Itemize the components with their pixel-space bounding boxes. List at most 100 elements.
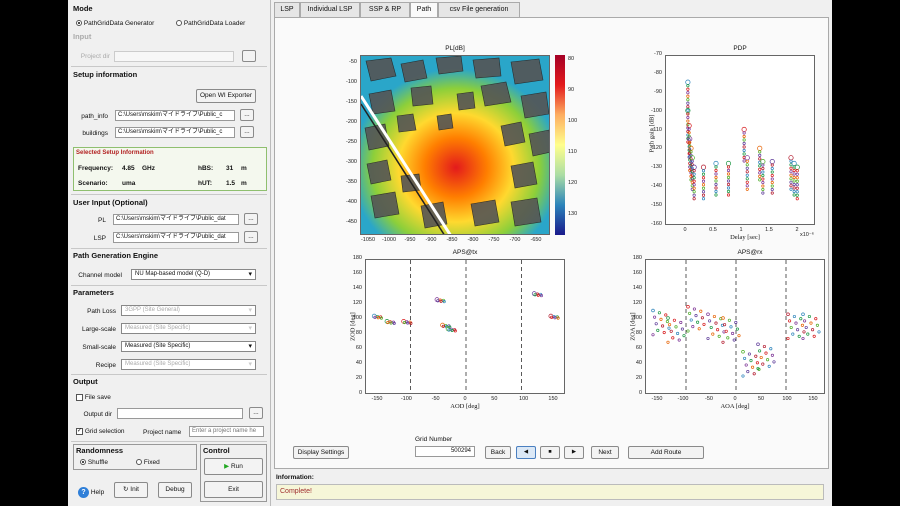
app-window: Mode PathGridData Generator PathGridData… [68,0,832,506]
pdp-y-tick: -140 [650,183,662,190]
data-point [726,182,731,186]
data-point [789,325,793,330]
lsp-input[interactable]: C:\Users\mskim\マイドライブ\Public_dat [113,232,239,243]
data-point [692,197,696,201]
project-dir-browse-button[interactable] [242,50,256,62]
init-label: Init [130,486,139,493]
pdp-xlabel: Delay [sec] [730,234,760,241]
data-point [714,186,718,190]
data-point [708,319,712,323]
exit-button[interactable]: Exit [204,481,263,498]
buildings-input[interactable]: C:\Users\mskim\マイドライブ\Public_c [115,127,235,138]
channel-model-select[interactable]: NU Map-based model (Q-D) [131,269,256,280]
pl-input[interactable]: C:\Users\mskim\マイドライブ\Public_dat [113,214,239,225]
tab-ssp-rp[interactable]: SSP & RP [360,2,410,17]
path-loss-select[interactable]: 3GPP (Site General) [121,305,256,316]
data-point [701,190,706,194]
play-icon: ▶ [571,449,577,455]
data-point [714,182,718,186]
small-scale-select[interactable]: Measured (Site Specific) [121,341,256,352]
tab-individual-lsp[interactable]: Individual LSP [300,2,360,17]
aps_rx-y-tick: 140 [632,285,642,291]
data-point [674,325,678,329]
freq-value: 4.85 [122,165,135,172]
data-point [745,180,749,184]
pl-y-tick: -50 [349,59,357,65]
data-point [761,163,765,167]
file-save-checkbox[interactable]: File save [76,394,111,401]
aps_tx-y-tick: 80 [355,330,362,336]
data-point [706,312,710,317]
data-point [801,312,805,317]
pl-x-tick: -1050 [360,237,376,243]
data-point [692,190,696,194]
data-point [809,321,813,325]
fixed-radio[interactable]: Fixed [136,459,160,466]
data-point [792,193,796,197]
pge-title: Path Generation Engine [73,251,159,260]
data-point [682,334,686,338]
selected-setup-title: Selected Setup Information [76,150,154,156]
path-info-browse-button[interactable]: ... [240,109,254,121]
pl-x-tick: -1000 [381,237,397,243]
prev-button[interactable]: ◀ [516,446,536,459]
pl-y-tick: -300 [345,159,357,165]
lsp-browse-button[interactable]: ... [244,231,258,243]
file-save-label: File save [84,394,111,402]
pl-browse-button[interactable]: ... [244,213,258,225]
debug-button[interactable]: Debug [158,482,192,498]
shuffle-label: Shuffle [87,459,108,466]
output-dir-browse-button[interactable]: ... [249,407,263,419]
large-scale-select[interactable]: Measured (Site Specific) [121,323,256,334]
radio-icon [76,20,82,27]
shuffle-radio[interactable]: Shuffle [80,459,108,466]
init-button[interactable]: ↻ Init [114,482,148,498]
aps_rx-y-tick: 20 [635,375,642,381]
run-button[interactable]: ▶ Run [204,458,263,475]
data-point [700,316,704,320]
stop-button[interactable]: ■ [540,446,560,459]
output-dir-input[interactable] [117,408,243,419]
aps_rx-y-tick: 100 [632,315,642,321]
project-name-input[interactable]: Enter a project name he [189,426,264,437]
recipe-label: Recipe [95,362,116,369]
data-point [786,312,790,317]
data-point [766,358,770,362]
pl-y-tick: -100 [345,79,357,85]
add-route-button[interactable]: Add Route [628,446,704,459]
help-button[interactable]: ? Help [78,487,104,498]
mode-loader-radio[interactable]: PathGridData Loader [176,20,245,27]
mode-generator-radio[interactable]: PathGridData Generator [76,20,154,27]
divider [71,285,267,286]
freq-unit: GHz [142,165,155,172]
data-point [727,318,731,322]
grid-selection-checkbox[interactable]: ✓ Grid selection [76,428,125,435]
grid-number-input[interactable]: 500294 [415,446,475,457]
data-point [701,183,706,187]
tab-path[interactable]: Path [410,2,438,18]
pdp-y-tick: -150 [650,202,662,209]
data-point [700,164,707,170]
data-point [758,174,762,178]
data-point [717,334,721,338]
pl-y-tick: -350 [345,179,357,185]
play-button[interactable]: ▶ [564,446,584,459]
tab-csv-file-generation[interactable]: csv File generation [438,2,520,17]
display-settings-button[interactable]: Display Settings [293,446,349,459]
buildings-browse-button[interactable]: ... [240,126,254,138]
aps_tx-y-tick: 140 [352,285,362,291]
data-point [686,98,690,102]
tab-lsp[interactable]: LSP [274,2,300,17]
open-wi-exporter-button[interactable]: Open WI Exporter [196,89,256,103]
path-info-input[interactable]: C:\Users\mskim\マイドライブ\Public_c [115,110,235,121]
recipe-select[interactable]: Measured (Site Specific) [121,359,256,370]
project-dir-input[interactable] [114,51,234,62]
data-point [761,362,765,366]
data-point [792,189,796,193]
data-point [714,175,718,179]
next-button[interactable]: Next [591,446,619,459]
data-point [745,166,749,170]
back-button[interactable]: Back [485,446,511,459]
pl-colorbar-tick: 130 [568,211,578,217]
control-title: Control [203,446,230,455]
